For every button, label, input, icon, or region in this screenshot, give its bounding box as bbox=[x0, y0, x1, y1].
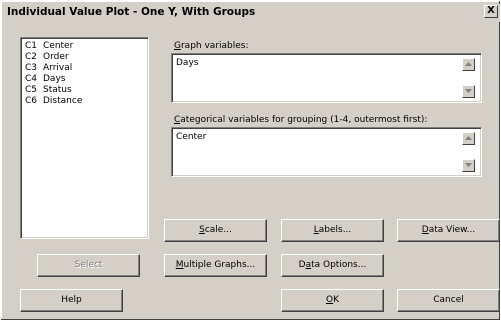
window-title: Individual Value Plot - One Y, With Grou… bbox=[7, 6, 256, 18]
graph-variables-value: Days bbox=[176, 58, 199, 68]
labels-button[interactable]: Labels... bbox=[281, 219, 384, 242]
variable-column: C4 bbox=[25, 74, 38, 84]
categorical-variables-field[interactable]: Center bbox=[171, 127, 482, 177]
scroll-up-button[interactable] bbox=[462, 58, 475, 71]
triangle-up-icon bbox=[465, 136, 472, 140]
variable-column: C3 bbox=[25, 63, 38, 73]
multiple-graphs-button[interactable]: Multiple Graphs... bbox=[164, 254, 267, 277]
close-icon: X bbox=[487, 5, 495, 16]
variable-name: Arrival bbox=[43, 63, 73, 73]
data-view-button[interactable]: Data View... bbox=[397, 219, 500, 242]
variable-column: C1 bbox=[25, 41, 38, 51]
variable-name: Distance bbox=[43, 96, 83, 106]
data-options-button[interactable]: Data Options... bbox=[281, 254, 384, 277]
graph-variables-label: Graph variables: bbox=[174, 41, 249, 51]
scroll-down-button[interactable] bbox=[462, 85, 475, 98]
scroll-up-button[interactable] bbox=[462, 132, 475, 145]
variable-column: C6 bbox=[25, 96, 38, 106]
variable-name: Order bbox=[43, 52, 69, 62]
triangle-up-icon bbox=[465, 62, 472, 66]
dialog-window: Individual Value Plot - One Y, With Grou… bbox=[0, 0, 501, 321]
triangle-down-icon bbox=[465, 89, 472, 93]
ok-button[interactable]: OK bbox=[281, 289, 384, 312]
variable-column: C2 bbox=[25, 52, 38, 62]
variable-column: C5 bbox=[25, 85, 38, 95]
scroll-down-button[interactable] bbox=[462, 159, 475, 172]
triangle-down-icon bbox=[465, 163, 472, 167]
variable-name: Status bbox=[43, 85, 72, 95]
select-button[interactable]: Select bbox=[37, 254, 140, 277]
variable-list[interactable]: C1 Center C2 Order C3 Arrival C4 Days C5… bbox=[20, 37, 149, 239]
categorical-variables-label: Categorical variables for grouping (1-4,… bbox=[174, 115, 428, 125]
categorical-variables-value: Center bbox=[176, 132, 207, 142]
close-button[interactable]: X bbox=[484, 5, 498, 18]
variable-name: Days bbox=[43, 74, 66, 84]
variable-name: Center bbox=[43, 41, 74, 51]
help-button[interactable]: Help bbox=[20, 289, 123, 312]
graph-variables-field[interactable]: Days bbox=[171, 53, 482, 103]
cancel-button[interactable]: Cancel bbox=[397, 289, 500, 312]
title-bar[interactable]: Individual Value Plot - One Y, With Grou… bbox=[3, 4, 500, 22]
scale-button[interactable]: Scale... bbox=[164, 219, 267, 242]
